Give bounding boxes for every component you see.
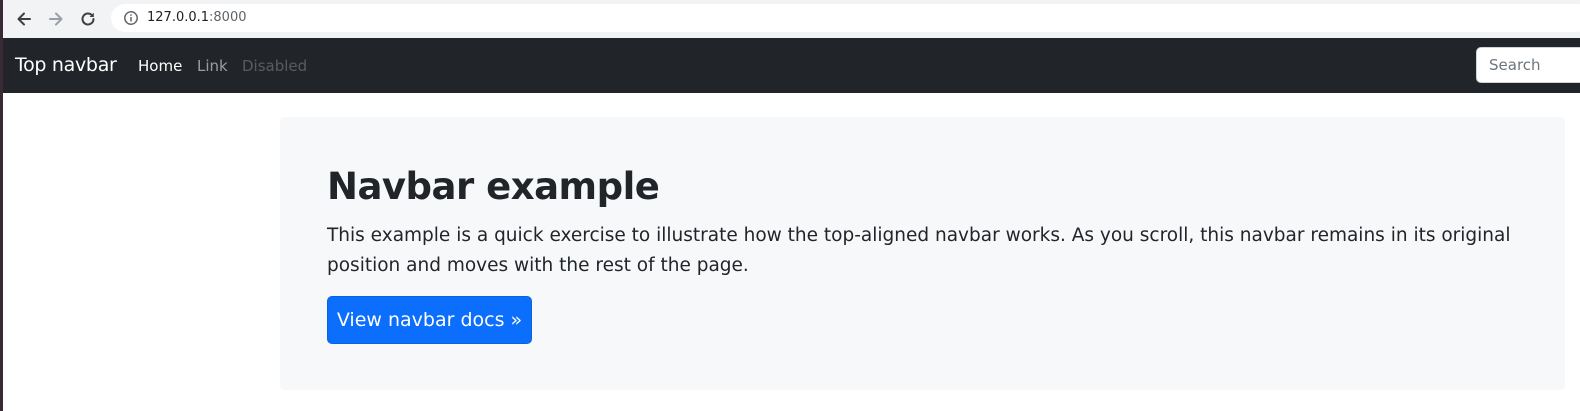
navbar-brand[interactable]: Top navbar [15, 53, 117, 77]
page-title: Navbar example [327, 165, 660, 208]
nav-link-link[interactable]: Link [197, 56, 228, 76]
nav-link-disabled: Disabled [242, 57, 308, 75]
info-icon[interactable] [123, 10, 139, 26]
forward-button[interactable] [43, 6, 69, 32]
view-navbar-docs-button[interactable]: View navbar docs » [327, 296, 532, 344]
top-navbar: Top navbar Home Link Disabled [3, 38, 1580, 93]
reload-icon [81, 12, 95, 26]
browser-toolbar: 127.0.0.1:8000 [3, 0, 1580, 38]
search-input[interactable] [1476, 47, 1580, 83]
arrow-left-icon [17, 12, 31, 26]
back-button[interactable] [11, 6, 37, 32]
url-text[interactable]: 127.0.0.1:8000 [147, 9, 247, 27]
jumbotron: Navbar example This example is a quick e… [280, 117, 1565, 390]
arrow-right-icon [49, 12, 63, 26]
nav-link-home[interactable]: Home [138, 56, 182, 76]
reload-button[interactable] [75, 6, 101, 32]
lead-paragraph: This example is a quick exercise to illu… [327, 225, 1511, 276]
url-port: :8000 [209, 10, 247, 25]
url-host: 127.0.0.1 [147, 10, 210, 25]
address-bar[interactable]: 127.0.0.1:8000 [111, 4, 1580, 32]
